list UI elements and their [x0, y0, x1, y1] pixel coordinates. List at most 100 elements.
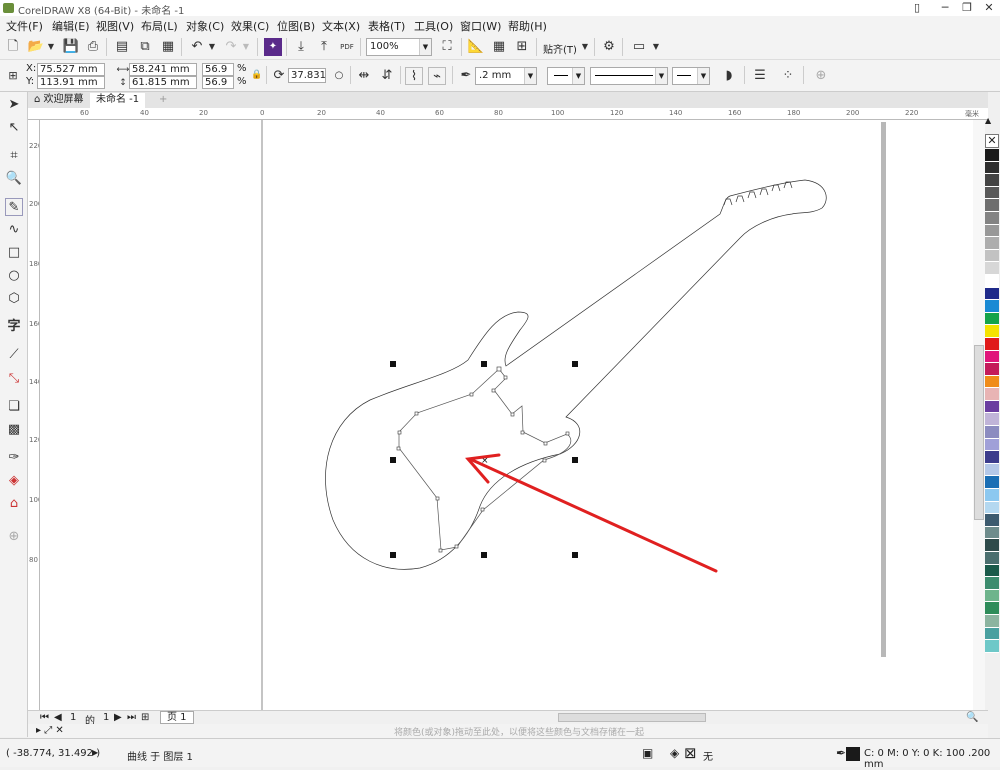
snap-dropdown-icon[interactable]: ▼ — [576, 38, 594, 56]
palette-up-icon[interactable]: ▲ — [985, 116, 991, 125]
color-swatch[interactable] — [985, 274, 999, 288]
show-grid-icon[interactable]: ▦ — [490, 38, 508, 56]
menu-table[interactable]: 表格(T) — [368, 18, 405, 34]
menu-bitmap[interactable]: 位图(B) — [277, 18, 315, 34]
account-icon[interactable]: ▯ — [906, 0, 928, 16]
menu-tools[interactable]: 工具(O) — [414, 18, 453, 34]
zoom-magnifier-icon[interactable]: 🔍 — [966, 712, 978, 723]
drawing-canvas[interactable]: × — [40, 120, 985, 710]
launcher-dropdown-icon[interactable]: ▼ — [647, 38, 665, 56]
wrap-text-icon[interactable]: ☰ — [751, 67, 769, 85]
menu-effects[interactable]: 效果(C) — [231, 18, 269, 34]
import-icon[interactable]: ⤓ — [292, 38, 310, 56]
color-swatch[interactable] — [985, 199, 999, 212]
color-swatch[interactable] — [985, 552, 999, 565]
menu-file[interactable]: 文件(F) — [6, 18, 43, 34]
color-swatch[interactable] — [985, 489, 999, 502]
width-field[interactable]: 58.241 mm — [129, 63, 197, 76]
color-swatch[interactable] — [985, 262, 999, 275]
pick-tool-icon[interactable]: ➤ — [5, 96, 23, 114]
color-swatch[interactable] — [985, 463, 999, 477]
freehand-tool-icon[interactable]: ✎ — [5, 198, 23, 216]
scroll-thumb[interactable] — [974, 345, 984, 520]
add-tab-icon[interactable]: + — [153, 93, 173, 108]
palette-swatches[interactable] — [985, 149, 999, 653]
cut-icon[interactable]: ▤ — [113, 38, 131, 56]
color-swatch[interactable] — [985, 186, 999, 200]
x-position-field[interactable]: 75.527 mm — [37, 63, 105, 76]
new-document-icon[interactable]: 🗋 — [4, 38, 22, 56]
color-swatch[interactable] — [985, 426, 999, 439]
tab-document[interactable]: 未命名 -1 — [90, 93, 146, 108]
full-screen-icon[interactable]: ⛶ — [438, 38, 456, 56]
add-tool-icon[interactable]: ⊕ — [5, 528, 23, 546]
auto-close-curve-icon[interactable]: ⌇ — [405, 67, 423, 85]
show-guidelines-icon[interactable]: ⊞ — [513, 38, 531, 56]
color-swatch[interactable] — [985, 300, 999, 313]
text-tool-icon[interactable]: 字 — [5, 318, 23, 336]
color-swatch[interactable] — [985, 577, 999, 590]
color-swatch[interactable] — [985, 640, 999, 653]
color-swatch[interactable] — [985, 388, 999, 401]
zoom-tool-icon[interactable]: 🔍 — [5, 170, 23, 188]
transparency-icon[interactable]: ▩ — [5, 421, 23, 439]
color-swatch[interactable] — [985, 337, 999, 351]
object-origin-icon[interactable]: ⊞ — [4, 67, 22, 85]
menu-view[interactable]: 视图(V) — [96, 18, 134, 34]
lock-ratio-icon[interactable]: 🔒 — [248, 66, 266, 84]
print-icon[interactable]: ⎙ — [84, 38, 102, 56]
color-swatch[interactable] — [985, 161, 999, 175]
color-swatch[interactable] — [985, 438, 999, 452]
close-curve-icon[interactable]: ◗ — [720, 67, 738, 85]
color-swatch[interactable] — [985, 350, 999, 364]
connector-tool-icon[interactable]: ⤡ — [5, 370, 23, 388]
crop-tool-icon[interactable]: ⌗ — [5, 147, 23, 165]
paste-icon[interactable]: ▦ — [159, 38, 177, 56]
eyedropper-icon[interactable]: ✑ — [5, 449, 23, 467]
tab-welcome[interactable]: ⌂ 欢迎屏幕 — [28, 93, 90, 108]
undo-dropdown-icon[interactable]: ▼ — [203, 38, 221, 56]
shape-tool-icon[interactable]: ↖ — [5, 119, 23, 137]
color-swatch[interactable] — [985, 501, 999, 515]
mirror-vertical-icon[interactable]: ⇵ — [378, 67, 396, 85]
save-icon[interactable]: 💾 — [62, 38, 80, 56]
export-icon[interactable]: ⤒ — [315, 38, 333, 56]
color-swatch[interactable] — [985, 476, 999, 490]
search-content-icon[interactable]: ✦ — [264, 38, 282, 56]
reduce-nodes-icon[interactable]: ⁘ — [779, 67, 797, 85]
next-page-icon[interactable]: ▶ — [114, 712, 122, 723]
last-page-icon[interactable]: ⏭ — [127, 712, 136, 723]
scale-y-field[interactable]: 56.9 — [202, 76, 234, 89]
color-swatch[interactable] — [985, 325, 999, 338]
scale-x-field[interactable]: 56.9 — [202, 63, 234, 76]
color-swatch[interactable] — [985, 149, 999, 162]
publish-pdf-icon[interactable]: PDF — [338, 38, 356, 56]
start-arrowhead-combo[interactable]: ▼ — [547, 67, 585, 85]
color-swatch[interactable] — [985, 400, 999, 414]
color-swatch[interactable] — [985, 589, 999, 603]
height-field[interactable]: 61.815 mm — [129, 76, 197, 89]
menu-object[interactable]: 对象(C) — [186, 18, 224, 34]
artistic-media-icon[interactable]: ∿ — [5, 221, 23, 239]
zoom-level-combo[interactable]: 100% ▼ — [366, 38, 432, 56]
redo-dropdown-icon[interactable]: ▼ — [237, 38, 255, 56]
color-swatch[interactable] — [985, 526, 999, 540]
first-page-icon[interactable]: ⏮ — [40, 712, 49, 723]
vertical-scrollbar[interactable] — [973, 120, 985, 710]
page-tab[interactable]: 页 1 — [160, 711, 194, 724]
minimize-button[interactable]: ─ — [934, 0, 956, 16]
line-style-combo[interactable]: ▼ — [590, 67, 668, 85]
outline-width-combo[interactable]: .2 mm ▼ — [475, 67, 537, 85]
color-swatch[interactable] — [985, 211, 999, 225]
color-swatch[interactable] — [985, 375, 999, 389]
horizontal-ruler[interactable]: 60 40 20 0 20 40 60 80 100 120 140 160 1… — [28, 108, 988, 120]
polygon-tool-icon[interactable]: ⬡ — [5, 290, 23, 308]
ellipse-tool-icon[interactable]: ○ — [5, 267, 23, 285]
show-rulers-icon[interactable]: 📐 — [467, 38, 485, 56]
color-swatch[interactable] — [985, 174, 999, 187]
color-swatch[interactable] — [985, 627, 999, 641]
options-gear-icon[interactable]: ⚙ — [600, 38, 618, 56]
mirror-horizontal-icon[interactable]: ⇹ — [355, 67, 373, 85]
color-swatch[interactable] — [985, 602, 999, 615]
menu-window[interactable]: 窗口(W) — [460, 18, 501, 34]
